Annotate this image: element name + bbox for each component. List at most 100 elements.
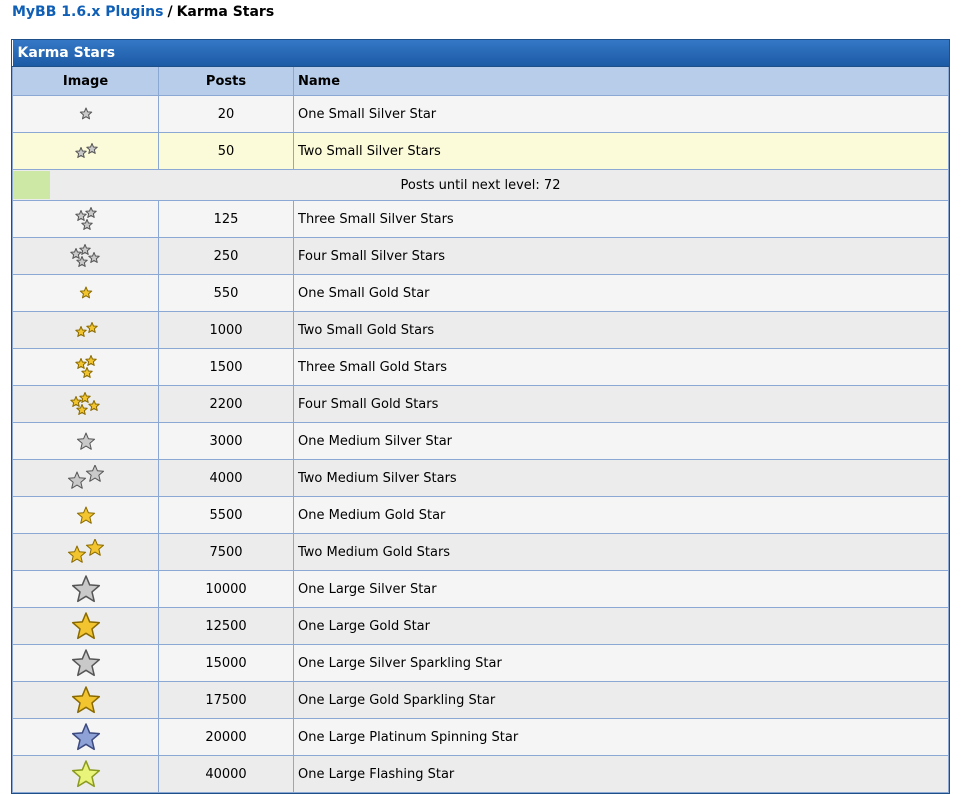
row-image-cell xyxy=(12,681,159,719)
table-row: 1000 Two Small Gold Stars xyxy=(12,311,949,349)
progress-cell: Posts until next level: 72 xyxy=(12,169,949,201)
column-header-name: Name xyxy=(293,66,949,96)
row-image-cell xyxy=(12,533,159,571)
three-small-silver-stars-icon xyxy=(74,207,97,230)
table-row: 550 One Small Gold Star xyxy=(12,274,949,312)
row-posts: 7500 xyxy=(158,533,294,571)
column-header-row: Image Posts Name xyxy=(12,66,949,96)
row-posts: 4000 xyxy=(158,459,294,497)
three-small-gold-stars-icon xyxy=(74,355,97,378)
karma-stars-table: Karma Stars Image Posts Name 20 One Small… xyxy=(12,40,949,793)
row-posts: 20000 xyxy=(158,718,294,756)
table-row: 125 Three Small Silver Stars xyxy=(12,200,949,238)
row-image-cell xyxy=(12,385,159,423)
row-name: Two Small Silver Stars xyxy=(293,132,949,170)
row-image-cell xyxy=(12,755,159,793)
column-header-posts: Posts xyxy=(158,66,294,96)
four-small-gold-stars-icon xyxy=(69,392,100,415)
row-posts: 125 xyxy=(158,200,294,238)
table-row: 20 One Small Silver Star xyxy=(12,95,949,133)
row-name: Two Small Gold Stars xyxy=(293,311,949,349)
progress-label: Posts until next level: 72 xyxy=(400,177,561,193)
breadcrumb-current: Karma Stars xyxy=(176,4,275,20)
row-image-cell xyxy=(12,237,159,275)
row-name: One Large Silver Star xyxy=(293,570,949,608)
row-posts: 2200 xyxy=(158,385,294,423)
table-row: 10000 One Large Silver Star xyxy=(12,570,949,608)
row-image-cell xyxy=(12,422,159,460)
breadcrumb-link-plugins[interactable]: MyBB 1.6.x Plugins xyxy=(12,4,163,20)
row-name: Two Medium Silver Stars xyxy=(293,459,949,497)
one-small-gold-star-icon xyxy=(79,286,92,299)
table-title: Karma Stars xyxy=(12,40,949,67)
row-name: Three Small Gold Stars xyxy=(293,348,949,386)
table-row: 15000 One Large Silver Sparkling Star xyxy=(12,644,949,682)
row-posts: 17500 xyxy=(158,681,294,719)
table-row: 17500 One Large Gold Sparkling Star xyxy=(12,681,949,719)
row-name: One Medium Silver Star xyxy=(293,422,949,460)
row-image-cell xyxy=(12,274,159,312)
row-name: Three Small Silver Stars xyxy=(293,200,949,238)
row-posts: 50 xyxy=(158,132,294,170)
row-name: One Large Platinum Spinning Star xyxy=(293,718,949,756)
one-large-silver-sparkling-star-icon xyxy=(71,649,100,677)
row-image-cell xyxy=(12,644,159,682)
table-row: 50 Two Small Silver Stars xyxy=(12,132,949,170)
table-row: 12500 One Large Gold Star xyxy=(12,607,949,645)
table-row: 40000 One Large Flashing Star xyxy=(12,755,949,793)
four-small-silver-stars-icon xyxy=(69,244,100,267)
row-name: One Small Gold Star xyxy=(293,274,949,312)
one-small-silver-star-icon xyxy=(79,107,92,120)
row-posts: 1500 xyxy=(158,348,294,386)
one-large-gold-star-icon xyxy=(71,612,100,640)
row-name: One Large Gold Star xyxy=(293,607,949,645)
row-image-cell xyxy=(12,348,159,386)
one-large-platinum-spinning-star-icon xyxy=(71,723,100,751)
row-name: One Large Silver Sparkling Star xyxy=(293,644,949,682)
table-row: 1500 Three Small Gold Stars xyxy=(12,348,949,386)
one-large-gold-sparkling-star-icon xyxy=(71,686,100,714)
row-image-cell xyxy=(12,95,159,133)
breadcrumb: MyBB 1.6.x Plugins / Karma Stars xyxy=(12,4,274,20)
table-title-row: Karma Stars xyxy=(12,40,949,67)
row-name: Four Small Gold Stars xyxy=(293,385,949,423)
table-row: 3000 One Medium Silver Star xyxy=(12,422,949,460)
table-row: 7500 Two Medium Gold Stars xyxy=(12,533,949,571)
two-small-silver-stars-icon xyxy=(74,143,98,158)
row-image-cell xyxy=(12,607,159,645)
row-posts: 5500 xyxy=(158,496,294,534)
one-large-silver-star-icon xyxy=(71,575,100,603)
table-row: 20000 One Large Platinum Spinning Star xyxy=(12,718,949,756)
row-image-cell xyxy=(12,718,159,756)
row-name: One Large Gold Sparkling Star xyxy=(293,681,949,719)
progress-row: Posts until next level: 72 xyxy=(12,169,949,201)
row-name: One Small Silver Star xyxy=(293,95,949,133)
karma-stars-panel: Karma Stars Image Posts Name 20 One Small… xyxy=(11,39,950,794)
column-header-image: Image xyxy=(12,66,159,96)
row-name: Two Medium Gold Stars xyxy=(293,533,949,571)
row-image-cell xyxy=(12,132,159,170)
one-medium-silver-star-icon xyxy=(76,432,95,450)
row-image-cell xyxy=(12,459,159,497)
table-row: 250 Four Small Silver Stars xyxy=(12,237,949,275)
table-row: 4000 Two Medium Silver Stars xyxy=(12,459,949,497)
two-medium-gold-stars-icon xyxy=(67,539,104,563)
table-row: 5500 One Medium Gold Star xyxy=(12,496,949,534)
row-image-cell xyxy=(12,570,159,608)
row-image-cell xyxy=(12,311,159,349)
table-row: 2200 Four Small Gold Stars xyxy=(12,385,949,423)
progress-bar: Posts until next level: 72 xyxy=(13,171,948,199)
row-posts: 3000 xyxy=(158,422,294,460)
row-posts: 550 xyxy=(158,274,294,312)
row-posts: 40000 xyxy=(158,755,294,793)
one-large-flashing-star-icon xyxy=(71,760,100,788)
row-posts: 10000 xyxy=(158,570,294,608)
one-medium-gold-star-icon xyxy=(76,506,95,524)
two-small-gold-stars-icon xyxy=(74,322,98,337)
row-name: One Medium Gold Star xyxy=(293,496,949,534)
row-posts: 1000 xyxy=(158,311,294,349)
row-posts: 20 xyxy=(158,95,294,133)
two-medium-silver-stars-icon xyxy=(67,465,104,489)
breadcrumb-separator: / xyxy=(167,4,173,20)
row-posts: 250 xyxy=(158,237,294,275)
